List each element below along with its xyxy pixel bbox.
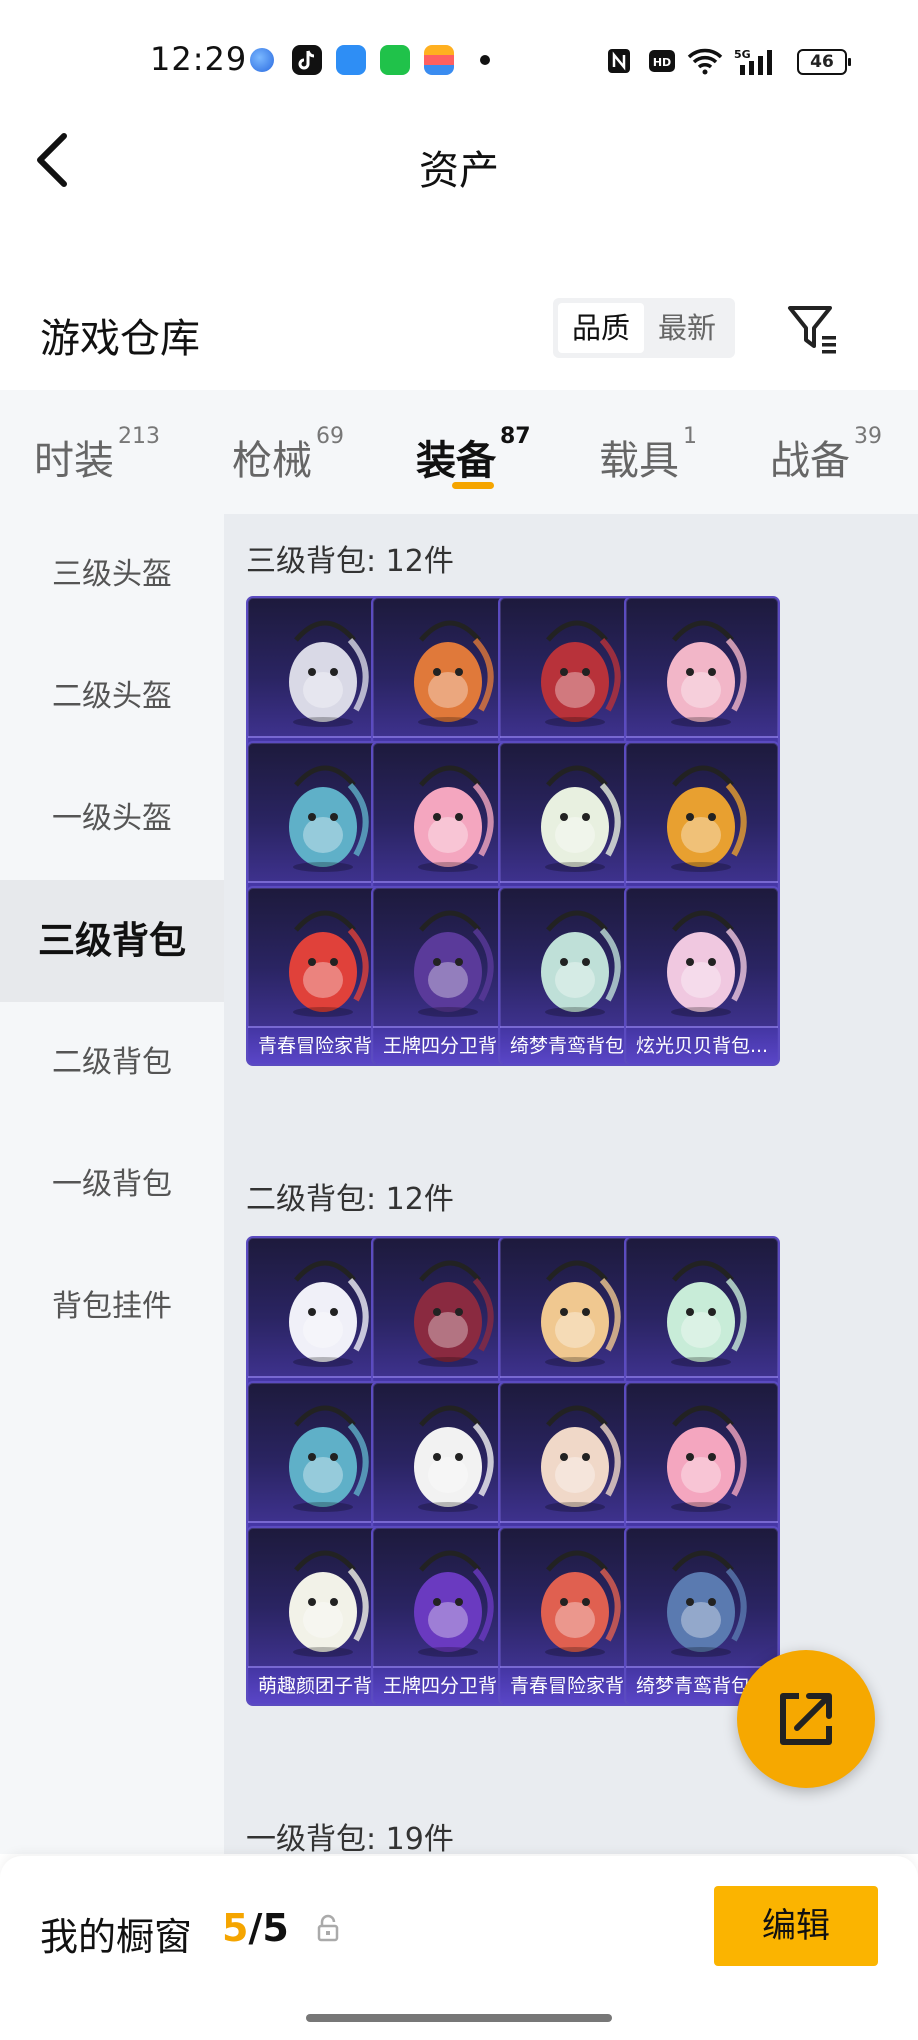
tab-label: 战备 [770, 438, 850, 484]
nfc-icon [606, 47, 632, 75]
page-title: 资产 [419, 148, 499, 194]
tab-label: 装备 [416, 438, 496, 484]
section-title: 二级背包: 12件 [246, 1182, 454, 1217]
showcase-bar: 我的橱窗 5/5 编辑 [0, 1856, 918, 2040]
svg-text:HD: HD [653, 56, 671, 69]
more-notifications-dot [480, 55, 490, 65]
tab-count: 213 [118, 424, 160, 449]
lock-icon [317, 1914, 339, 1942]
sidebar-item-level1-backpack[interactable]: 一级背包 [0, 1124, 224, 1246]
quarterback-backpack-icon [414, 910, 494, 1017]
tab-supplies[interactable]: 战备39 [770, 424, 882, 486]
showcase-current-count: 5 [222, 1906, 249, 1950]
showcase-count: 5/5 [222, 1906, 289, 1950]
candy-backpack-icon [667, 620, 747, 727]
sidebar-item-level2-backpack[interactable]: 二级背包 [0, 1002, 224, 1124]
app-notification-icon [250, 48, 274, 72]
phoenix-backpack-icon [667, 1550, 747, 1657]
browser-app-icon [336, 45, 366, 75]
fairy-backpack-icon [541, 1405, 621, 1512]
snowman-backpack-icon [289, 1260, 369, 1367]
tab-fashion[interactable]: 时装213 [34, 424, 160, 486]
tab-label: 载具 [599, 438, 679, 484]
candy-backpack-icon [541, 1260, 621, 1367]
red-dino-backpack-icon [541, 1550, 621, 1657]
horse-backpack-icon [414, 620, 494, 727]
edit-button[interactable]: 编辑 [714, 1886, 878, 1966]
mint-backpack-icon [667, 1260, 747, 1367]
green-app-icon [380, 45, 410, 75]
silver-backpack-icon [289, 765, 369, 872]
tab-label: 枪械 [232, 438, 312, 484]
category-tabs: 时装213 枪械69 装备87 载具1 战备39 [0, 390, 918, 514]
sort-option-quality[interactable]: 品质 [558, 303, 644, 353]
tab-equipment[interactable]: 装备87 [416, 424, 531, 486]
tab-count: 87 [500, 424, 531, 449]
sidebar-item-backpack-charm[interactable]: 背包挂件 [0, 1246, 224, 1368]
network-type-label: 5G [734, 48, 751, 61]
showcase-total-count: /5 [248, 1906, 289, 1950]
bun-backpack-icon [541, 765, 621, 872]
tab-count: 1 [683, 424, 697, 449]
bun-backpack-icon [289, 1550, 369, 1657]
red-dino-backpack-icon [289, 910, 369, 1017]
wallet-app-icon [424, 45, 454, 75]
tab-count: 69 [316, 424, 344, 449]
quarterback-backpack-icon [414, 1550, 494, 1657]
section-title: 一级背包: 19件 [246, 1822, 454, 1854]
pink-bear-backpack-icon [414, 765, 494, 872]
showcase-label: 我的橱窗 [40, 1915, 193, 1959]
silver-backpack-icon [289, 1405, 369, 1512]
active-tab-indicator [452, 482, 494, 489]
status-time: 12:29 [150, 40, 248, 78]
home-indicator [306, 2014, 612, 2022]
tab-weapons[interactable]: 枪械69 [232, 424, 344, 486]
tiktok-icon [292, 45, 322, 75]
tab-count: 39 [854, 424, 882, 449]
filter-button[interactable] [784, 300, 840, 356]
filter-icon [788, 306, 836, 354]
wifi-icon [686, 47, 724, 75]
share-icon [780, 1693, 832, 1745]
warehouse-title: 游戏仓库 [40, 316, 200, 362]
sort-segmented-control: 品质 最新 [553, 298, 735, 358]
tab-vehicles[interactable]: 载具1 [599, 424, 697, 486]
dark-crown-backpack-icon [414, 1260, 494, 1367]
share-button[interactable] [737, 1650, 875, 1788]
item-card[interactable]: 炫光贝贝背包... [624, 886, 780, 1066]
sidebar-item-level1-helmet[interactable]: 一级头盔 [0, 758, 224, 880]
doll-backpack-icon [667, 910, 747, 1017]
flame-backpack-icon [541, 620, 621, 727]
sort-option-latest[interactable]: 最新 [644, 303, 730, 353]
phoenix-backpack-icon [541, 910, 621, 1017]
crazy-rabbit-backpack-icon [667, 765, 747, 872]
tab-label: 时装 [34, 438, 114, 484]
fox-backpack-icon [414, 1405, 494, 1512]
section-title: 三级背包: 12件 [246, 544, 454, 579]
sidebar-item-level2-helmet[interactable]: 二级头盔 [0, 636, 224, 758]
hd-icon: HD [648, 47, 676, 75]
status-bar: 12:29 HD 5G 46 [0, 0, 918, 120]
sidebar-item-level3-helmet[interactable]: 三级头盔 [0, 514, 224, 636]
sidebar-item-level3-backpack[interactable]: 三级背包 [0, 880, 224, 1002]
item-name: 炫光贝贝背包... [626, 1028, 778, 1064]
mech-backpack-icon [289, 620, 369, 727]
battery-icon: 46 [797, 49, 851, 75]
pink-bear-backpack-icon [667, 1405, 747, 1512]
subcategory-sidebar: 三级头盔 二级头盔 一级头盔 三级背包 二级背包 一级背包 背包挂件 [0, 514, 224, 1854]
cellular-signal-icon: 5G [734, 47, 780, 75]
